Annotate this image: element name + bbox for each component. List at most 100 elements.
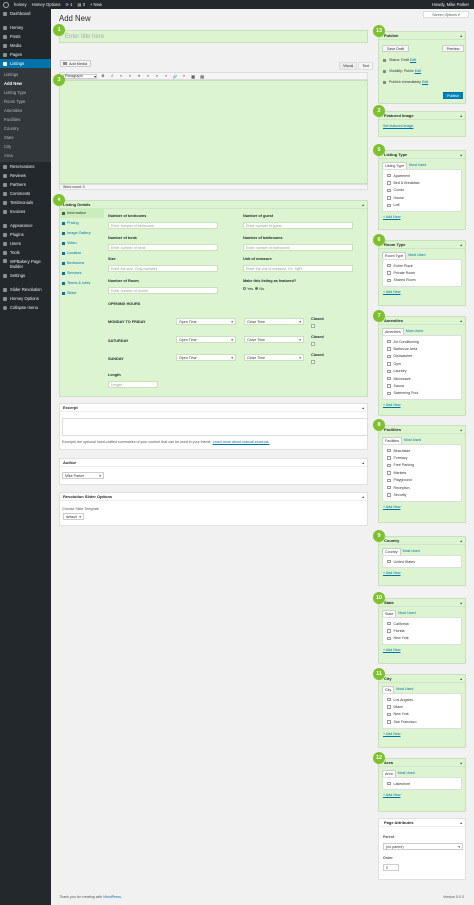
toggle-arrow-icon[interactable]: ▴ (460, 677, 462, 681)
page-attributes-header[interactable]: Page Attributes ▴ (379, 819, 465, 827)
featured-no-radio[interactable] (255, 287, 259, 290)
save-draft-button[interactable]: Save Draft (382, 45, 409, 52)
submenu-room-type[interactable]: Room Type (0, 97, 51, 106)
bathrooms-input[interactable]: Enter number of bathrooms (243, 244, 353, 251)
tab-most-used[interactable]: Most Used (396, 610, 417, 617)
toolbar-toggle-button[interactable]: ▦ (190, 74, 196, 79)
publish-header[interactable]: Publish ▴ (379, 32, 465, 40)
menu-dashboard[interactable]: Dashboard (0, 9, 51, 18)
checkbox[interactable] (387, 720, 391, 724)
author-select[interactable]: Mike Parker ▾ (62, 472, 104, 479)
site-name-link[interactable]: homey (14, 2, 27, 7)
visibility-edit-link[interactable]: Edit (415, 69, 421, 73)
listing-type-item[interactable]: Bed & Breakfast (383, 179, 461, 186)
excerpt-header[interactable]: Excerpt ▴ (60, 404, 367, 412)
listing-type-item[interactable]: Loft (383, 202, 461, 209)
menu-collapse[interactable]: Collapse menu (0, 303, 51, 312)
toggle-arrow-icon[interactable]: ▴ (460, 821, 462, 825)
toggle-arrow-icon[interactable]: ▴ (460, 539, 462, 543)
set-featured-image-link[interactable]: Set featured image (383, 124, 413, 128)
author-header[interactable]: Author ▴ (60, 459, 367, 467)
saturday-open-select[interactable]: Open Time ▾ (176, 336, 236, 343)
tab-slider[interactable]: Slider (60, 288, 104, 298)
facilities-item[interactable]: Playground (383, 477, 461, 484)
tab-all-state[interactable]: State (382, 610, 397, 617)
listing-type-header[interactable]: Listing Type ▴ (379, 151, 465, 159)
city-item[interactable]: New York (383, 711, 461, 718)
city-item[interactable]: Miami (383, 703, 461, 710)
checkbox[interactable] (387, 478, 391, 482)
tab-location[interactable]: Location (60, 248, 104, 258)
checkbox[interactable] (387, 181, 391, 185)
listing-details-header[interactable]: Listing Details ▴ (60, 201, 367, 209)
menu-media[interactable]: Media (0, 41, 51, 50)
checkbox[interactable] (387, 463, 391, 468)
tab-services[interactable]: Services (60, 268, 104, 278)
length-input[interactable]: Length (108, 381, 158, 388)
content-editor[interactable] (59, 80, 368, 184)
menu-appearance[interactable]: Appearance (0, 221, 51, 230)
state-item[interactable]: California (383, 620, 461, 627)
checkbox[interactable] (387, 781, 391, 786)
toggle-arrow-icon[interactable]: ▴ (460, 601, 462, 605)
status-edit-link[interactable]: Edit (410, 58, 416, 62)
checkbox[interactable] (387, 196, 391, 200)
preview-button[interactable]: Preview (442, 45, 464, 52)
mon-fri-closed-checkbox[interactable] (311, 324, 315, 328)
facilities-item[interactable]: Formacy (383, 454, 461, 461)
add-new-listing-type-link[interactable]: + Add New (379, 212, 465, 222)
toggle-arrow-icon[interactable]: ▴ (460, 34, 462, 38)
menu-testimonials[interactable]: Testimonials (0, 198, 51, 207)
add-new-area-link[interactable]: + Add New (379, 790, 465, 800)
submenu-state[interactable]: State (0, 133, 51, 142)
checkbox[interactable] (387, 263, 391, 268)
checkbox[interactable] (387, 362, 391, 366)
area-item[interactable]: Lakeshore (383, 780, 461, 787)
excerpt-textarea[interactable] (62, 418, 368, 436)
menu-listings[interactable]: Listings (0, 59, 51, 68)
add-new-amenities-link[interactable]: + Add New (379, 400, 465, 410)
checkbox[interactable] (387, 347, 391, 351)
menu-wpbakery[interactable]: WPBakery Page Builder (0, 257, 51, 271)
post-title-input[interactable]: Enter title here (59, 30, 368, 43)
menu-homey-options[interactable]: Homey Options (0, 294, 51, 303)
city-item[interactable]: Los Angeles (383, 696, 461, 703)
state-header[interactable]: State ▴ (379, 599, 465, 607)
menu-invoices[interactable]: Invoices (0, 207, 51, 216)
checkbox[interactable] (387, 376, 391, 381)
submenu-listings[interactable]: Listings (0, 70, 51, 79)
checkbox[interactable] (387, 471, 391, 475)
tab-most-used[interactable]: Most Used (394, 686, 415, 693)
facilities-item[interactable]: Free Parking (383, 462, 461, 469)
checkbox[interactable] (387, 271, 391, 275)
tab-all-area[interactable]: Area (382, 770, 396, 777)
facilities-header[interactable]: Facilities ▴ (379, 426, 465, 434)
toggle-arrow-icon[interactable]: ▴ (460, 319, 462, 323)
tab-most-used[interactable]: Most Used (396, 770, 417, 777)
publish-button[interactable]: Publish (443, 92, 463, 99)
toggle-arrow-icon[interactable]: ▴ (362, 203, 364, 207)
menu-plugins[interactable]: Plugins (0, 230, 51, 239)
city-item[interactable]: San Francisco (383, 718, 461, 725)
menu-settings[interactable]: Settings (0, 271, 51, 280)
amenities-item[interactable]: Swimming Pool (383, 390, 461, 397)
screen-options-button[interactable]: Screen Options ▾ (423, 11, 469, 18)
checkbox[interactable] (387, 173, 391, 178)
checkbox[interactable] (387, 339, 391, 344)
tab-all-listing-type[interactable]: Listing Type (382, 162, 408, 169)
tab-video[interactable]: Video (60, 238, 104, 248)
toggle-arrow-icon[interactable]: ▴ (460, 243, 462, 247)
unit-input[interactable]: Enter the unit of measure. Ex. SqFt (243, 265, 353, 272)
mon-fri-open-select[interactable]: Open Time ▾ (176, 318, 236, 325)
tab-pricing[interactable]: Pricing (60, 218, 104, 228)
amenities-item[interactable]: Air Conditioning (383, 338, 461, 345)
checkbox[interactable] (387, 705, 391, 709)
room-type-item[interactable]: Private Room (383, 269, 461, 276)
area-header[interactable]: Area ▴ (379, 759, 465, 767)
add-media-button[interactable]: Add Media (60, 60, 91, 67)
wordpress-link[interactable]: WordPress. (103, 895, 122, 899)
room-type-item[interactable]: Entire Place (383, 262, 461, 269)
checkbox[interactable] (387, 278, 391, 283)
slide-template-select[interactable]: default ▾ (63, 513, 84, 520)
menu-posts[interactable]: Posts (0, 32, 51, 41)
